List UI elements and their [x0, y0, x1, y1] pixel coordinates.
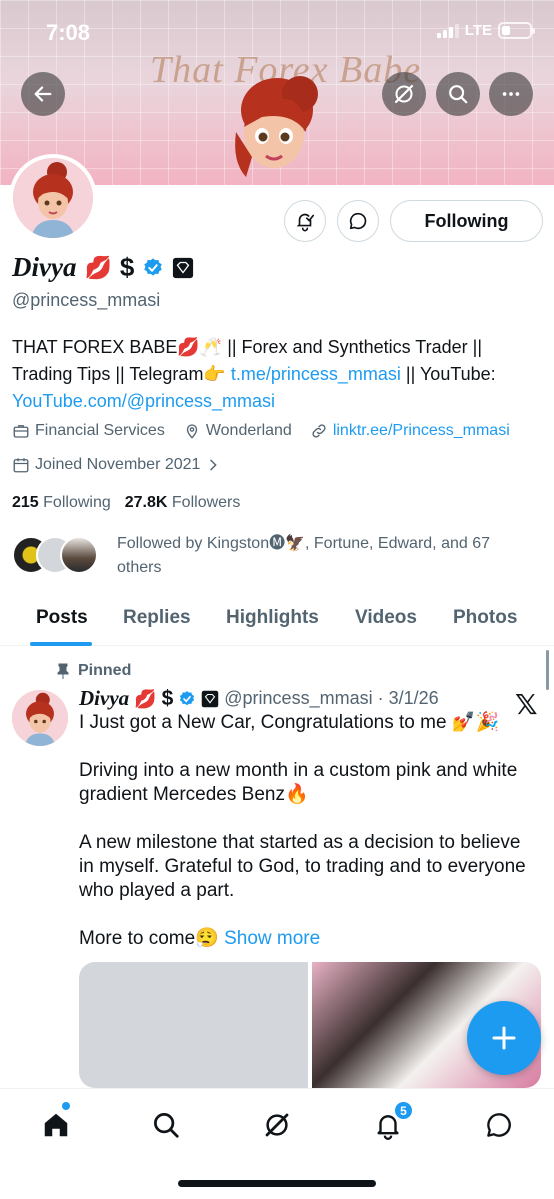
battery-icon	[498, 22, 535, 39]
home-icon	[44, 1113, 68, 1137]
post-author-name[interactable]: Divya	[79, 686, 129, 711]
status-indicators: LTE	[436, 22, 535, 39]
bell-plus-icon	[296, 213, 315, 232]
pinned-label-row: Pinned	[56, 662, 131, 680]
search-icon	[154, 1113, 179, 1138]
follow-counts: 215 Following 27.8K Followers	[12, 494, 240, 512]
home-indicator[interactable]	[178, 1180, 376, 1187]
tab-highlights[interactable]: Highlights	[226, 607, 319, 629]
following-button[interactable]: Following	[390, 200, 543, 242]
tab-replies[interactable]: Replies	[123, 607, 191, 629]
name-symbol: $	[119, 252, 135, 282]
following-count: 215	[12, 494, 39, 511]
home-unread-dot	[62, 1102, 70, 1110]
tab-videos[interactable]: Videos	[355, 607, 417, 629]
youtube-link[interactable]: YouTube.com/@princess_mmasi	[12, 391, 275, 411]
more-icon	[502, 92, 520, 96]
nav-home[interactable]	[38, 1107, 74, 1143]
notify-button[interactable]	[284, 200, 326, 242]
banner-cartoon-image	[235, 76, 318, 177]
search-button[interactable]	[436, 72, 480, 116]
website-item[interactable]: linktr.ee/Princess_mmasi	[310, 422, 510, 440]
briefcase-icon	[13, 425, 29, 438]
post-paragraph: Driving into a new month in a custom pin…	[79, 760, 518, 805]
network-label: LTE	[464, 22, 492, 39]
post-media-image[interactable]	[79, 962, 308, 1088]
category-label: Financial Services	[35, 422, 165, 439]
nav-search[interactable]	[148, 1107, 184, 1143]
post-author-symbol: $	[161, 686, 174, 710]
notifications-badge: 5	[393, 1100, 414, 1121]
post-handle-date: @princess_mmasi · 3/1/26	[224, 688, 439, 708]
followers-count-link[interactable]: 27.8K Followers	[125, 494, 241, 512]
profile-tabs: Posts Replies Highlights Videos Photos	[0, 596, 554, 646]
post-avatar[interactable]	[12, 690, 68, 746]
post-header: Divya 💋 $ @princess_mmasi · 3/1/26	[79, 686, 439, 711]
followed-by-text[interactable]: Followed by Kingston🅜🦅, Fortune, Edward,…	[117, 532, 527, 580]
signal-icon	[436, 23, 459, 38]
profile-meta-row: Financial Services Wonderland linktr.ee/…	[12, 422, 528, 440]
active-tab-indicator	[30, 642, 92, 646]
telegram-link[interactable]: t.me/princess_mmasi	[231, 364, 401, 384]
tab-photos[interactable]: Photos	[453, 607, 517, 629]
status-bar: 7:08 LTE	[0, 0, 554, 64]
profile-avatar[interactable]	[9, 154, 97, 242]
tab-posts[interactable]: Posts	[36, 607, 88, 629]
message-bubble-icon	[349, 212, 367, 230]
post-paragraph-last: More to come😮‍💨 Show more	[79, 927, 539, 951]
arrow-left-icon	[34, 86, 52, 102]
search-icon	[449, 85, 468, 104]
grok-icon	[394, 84, 414, 104]
link-icon	[312, 424, 326, 438]
post-paragraph: I Just got a New Car, Congratulations to…	[79, 712, 500, 733]
calendar-icon	[13, 458, 29, 473]
followed-by-avatars[interactable]	[12, 536, 98, 574]
post-paragraph-text: More to come😮‍💨	[79, 928, 219, 949]
grok-button[interactable]	[382, 72, 426, 116]
followers-label: Followers	[171, 494, 241, 511]
joined-row[interactable]: Joined November 2021	[12, 456, 239, 474]
followers-count: 27.8K	[124, 494, 168, 511]
nav-messages[interactable]	[481, 1107, 517, 1143]
plus-icon	[492, 1026, 516, 1050]
post-paragraph: A new milestone that started as a decisi…	[79, 832, 526, 901]
bio-text-2: || YouTube:	[400, 364, 496, 384]
chevron-right-icon	[210, 459, 218, 471]
post-author-emoji: 💋	[134, 688, 157, 709]
status-time: 7:08	[46, 20, 91, 45]
category-item: Financial Services	[12, 422, 165, 440]
affiliate-badge-icon	[202, 690, 219, 707]
post-body[interactable]: I Just got a New Car, Congratulations to…	[79, 711, 539, 975]
scrollbar[interactable]	[546, 650, 549, 690]
pin-icon	[57, 663, 69, 679]
profile-handle: @princess_mmasi	[12, 290, 161, 310]
post-avatar-image	[12, 690, 68, 746]
website-link[interactable]: linktr.ee/Princess_mmasi	[333, 422, 510, 440]
name-emoji: 💋	[84, 254, 112, 280]
grok-icon	[265, 1113, 289, 1137]
location-label: Wonderland	[205, 422, 292, 439]
nav-grok[interactable]	[259, 1107, 295, 1143]
show-more-link[interactable]: Show more	[224, 928, 320, 949]
location-item: Wonderland	[183, 422, 292, 440]
compose-post-button[interactable]	[467, 1001, 541, 1075]
verified-badge-icon	[180, 690, 195, 705]
display-name: Divya	[12, 252, 77, 282]
location-pin-icon	[186, 424, 198, 439]
pinned-label: Pinned	[78, 662, 132, 679]
affiliate-badge-icon[interactable]	[172, 257, 194, 279]
profile-bio: THAT FOREX BABE💋🥂 || Forex and Synthetic…	[12, 334, 547, 415]
avatar-image	[13, 158, 93, 238]
joined-item[interactable]: Joined November 2021	[12, 456, 221, 474]
follower-avatar	[60, 536, 98, 574]
joined-label: Joined November 2021	[35, 456, 201, 473]
following-label: Following	[43, 494, 111, 511]
verified-badge-icon[interactable]	[142, 257, 164, 279]
back-button[interactable]	[21, 72, 65, 116]
more-options-button[interactable]	[489, 72, 533, 116]
message-bubble-icon	[487, 1113, 511, 1137]
following-count-link[interactable]: 215 Following	[12, 494, 111, 512]
profile-name-row: Divya 💋 $	[12, 252, 194, 283]
message-button[interactable]	[337, 200, 379, 242]
